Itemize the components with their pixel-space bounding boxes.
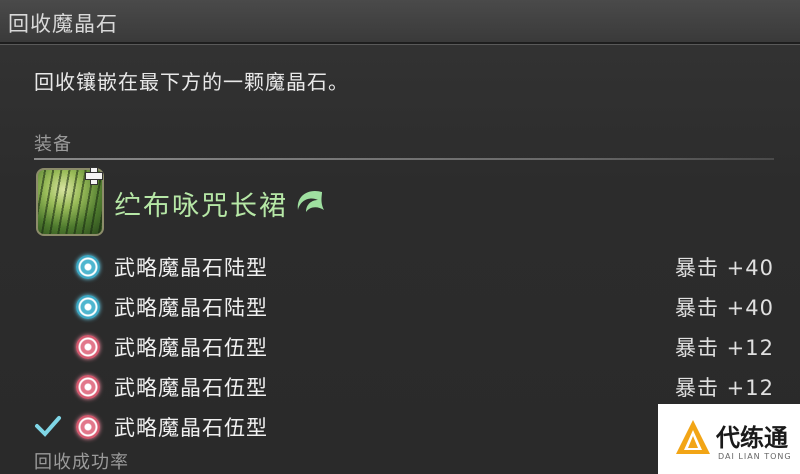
materia-name: 武略魔晶石伍型 <box>114 416 268 440</box>
logo-subtext: DAI LIAN TONG <box>718 452 792 461</box>
section-divider <box>34 158 774 160</box>
high-quality-icon <box>297 190 324 212</box>
logo-mark-icon <box>676 420 710 454</box>
materia-orb-icon <box>76 415 100 439</box>
materia-orb-icon <box>76 375 100 399</box>
materia-row[interactable]: 武略魔晶石陆型 暴击 +40 <box>0 246 800 286</box>
materia-name: 武略魔晶石伍型 <box>114 376 268 400</box>
window-title: 回收魔晶石 <box>8 12 118 36</box>
materia-stat: 暴击 +12 <box>675 376 774 400</box>
check-icon <box>35 416 61 437</box>
materia-orb-icon <box>76 295 100 319</box>
equipment-section-label: 装备 <box>34 134 72 155</box>
materia-retrieval-window: 回收魔晶石 回收镶嵌在最下方的一颗魔晶石。 装备 纻布咏咒长裙 武略魔晶石陆型暴… <box>0 0 800 474</box>
title-bar[interactable]: 回收魔晶石 <box>0 0 800 44</box>
materia-stat: 暴击 +40 <box>675 296 774 320</box>
success-rate-label: 回收成功率 <box>34 452 129 473</box>
materia-name: 武略魔晶石陆型 <box>114 256 268 280</box>
materia-stat: 暴击 +40 <box>675 256 774 280</box>
logo-text: 代练通 <box>716 424 788 452</box>
description-text: 回收镶嵌在最下方的一颗魔晶石。 <box>34 70 349 94</box>
title-divider <box>0 44 800 45</box>
materia-stat: 暴击 +12 <box>675 336 774 360</box>
plus-icon <box>84 166 103 185</box>
materia-name: 武略魔晶石伍型 <box>114 336 268 360</box>
materia-row[interactable]: 武略魔晶石伍型 暴击 +12 <box>0 366 800 406</box>
item-name: 纻布咏咒长裙 <box>114 191 288 222</box>
materia-row[interactable]: 武略魔晶石陆型 暴击 +40 <box>0 286 800 326</box>
watermark-logo: 代练通 DAI LIAN TONG <box>658 404 800 474</box>
materia-orb-icon <box>76 335 100 359</box>
materia-name: 武略魔晶石陆型 <box>114 296 268 320</box>
materia-orb-icon <box>76 255 100 279</box>
materia-row[interactable]: 武略魔晶石伍型 暴击 +12 <box>0 326 800 366</box>
